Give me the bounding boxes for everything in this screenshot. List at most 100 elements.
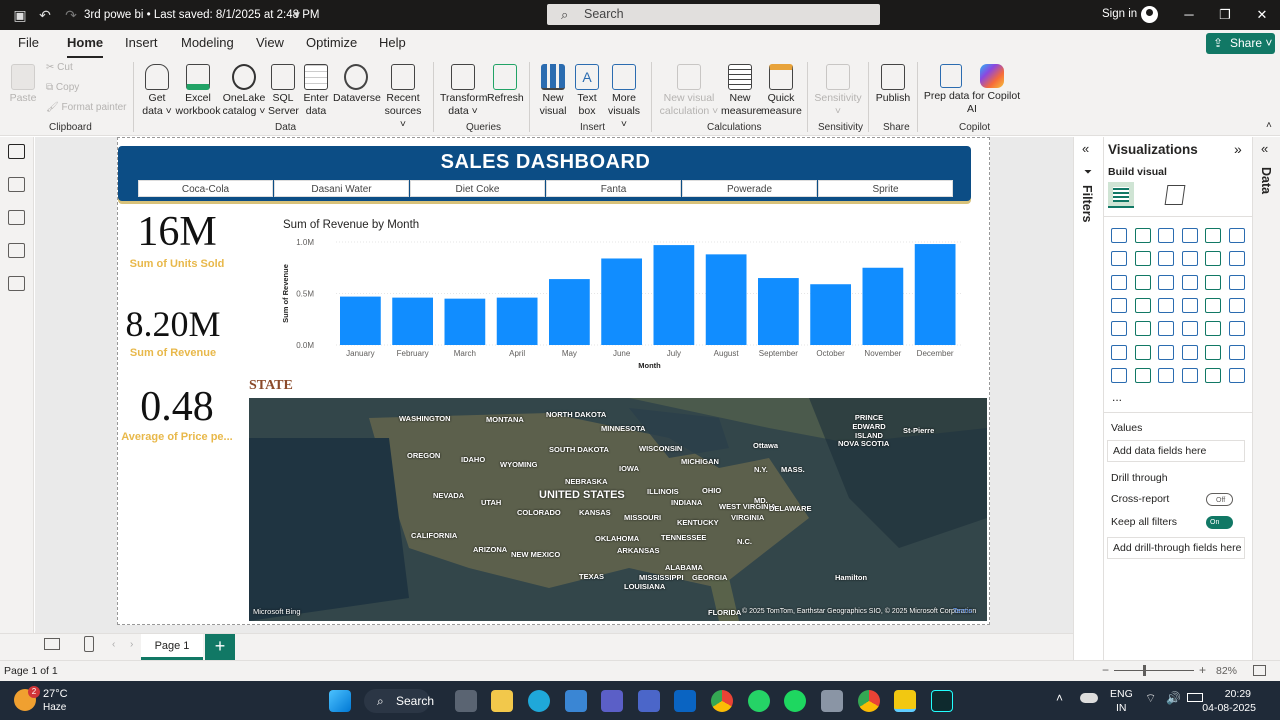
stacked-column-visual-icon[interactable] [1134, 228, 1151, 243]
narrative-visual-icon[interactable] [1205, 344, 1221, 360]
task-view-icon[interactable] [455, 690, 477, 712]
quick-measure-button[interactable]: Quick measure [761, 60, 802, 118]
power-apps-visual-icon[interactable] [1111, 367, 1127, 383]
power-automate-visual-icon[interactable] [1134, 367, 1151, 383]
document-title[interactable]: 3rd powe bi • Last saved: 8/1/2025 at 2:… [84, 9, 319, 21]
maximize-icon[interactable]: ❐ [1215, 7, 1235, 23]
language-code[interactable]: ENG [1110, 688, 1133, 700]
kpi-price-value[interactable]: 0.48 [118, 383, 236, 431]
collapse-ribbon-icon[interactable]: ˄ [1266, 120, 1272, 131]
expand-data-icon[interactable]: « [1261, 141, 1268, 156]
slicer-dasani-water[interactable]: Dasani Water [274, 180, 409, 197]
app-icon[interactable] [821, 690, 843, 712]
100-area-visual-icon[interactable] [1181, 251, 1198, 267]
prev-page-icon[interactable]: ‹ [112, 639, 115, 650]
whatsapp-icon[interactable] [748, 690, 770, 712]
paginated-visual-icon[interactable] [1228, 344, 1245, 360]
fit-to-page-icon[interactable] [1253, 665, 1266, 676]
page-tab-1[interactable]: Page 1 [141, 634, 203, 660]
taskbar-search[interactable]: ⌕ Search [364, 689, 434, 713]
clock-date[interactable]: 04-08-2025 [1196, 702, 1256, 714]
stacked-bar-visual-icon[interactable] [1111, 228, 1127, 243]
azure-map-visual-icon[interactable] [1181, 297, 1198, 313]
close-icon[interactable]: ✕ [1252, 7, 1272, 23]
multi-card-visual-icon[interactable] [1111, 321, 1127, 337]
next-page-icon[interactable]: › [130, 639, 133, 650]
slicer-visual-icon[interactable] [1158, 321, 1174, 337]
100-bar-visual-icon[interactable] [1205, 228, 1221, 243]
dataverse-button[interactable]: Dataverse [333, 60, 381, 105]
chrome-icon[interactable] [711, 690, 733, 712]
format-painter-button[interactable]: 🖌 Format painter [46, 102, 127, 113]
cross-report-toggle[interactable]: Off [1206, 493, 1233, 506]
outlook-icon[interactable] [674, 690, 696, 712]
100-column-visual-icon[interactable] [1228, 228, 1245, 243]
menu-insert[interactable]: Insert [125, 35, 158, 50]
file-explorer-icon[interactable] [491, 690, 513, 712]
slicer-fanta[interactable]: Fanta [546, 180, 681, 197]
sign-in-link[interactable]: Sign in [1102, 8, 1137, 20]
undo-icon[interactable]: ↶ [36, 6, 54, 24]
menu-optimize[interactable]: Optimize [306, 35, 357, 50]
kpi-revenue-value[interactable]: 8.20M [114, 303, 232, 345]
data-pane[interactable]: « Data [1252, 137, 1280, 660]
slicer-sprite[interactable]: Sprite [818, 180, 953, 197]
table-visual-icon[interactable] [1181, 321, 1198, 337]
sql-server-button[interactable]: SQL Server [268, 60, 299, 118]
add-page-button[interactable]: + [205, 634, 235, 660]
save-icon[interactable]: ▣ [11, 6, 29, 24]
onelake-catalog-button[interactable]: OneLake catalog ˅ [221, 60, 267, 118]
revenue-bar-chart[interactable]: 0.0M 0.5M 1.0M January February March April May… [278, 232, 970, 372]
state-map[interactable]: WASHINGTON MONTANA NORTH DAKOTA MINNESOTA OR… [249, 398, 987, 621]
new-visual-calculation-button[interactable]: New visual calculation ˅ [658, 60, 720, 118]
more-visuals-ellipsis[interactable]: ... [1112, 390, 1122, 404]
report-view-icon[interactable] [8, 144, 25, 159]
line-visual-icon[interactable] [1111, 251, 1127, 267]
edge-icon[interactable] [528, 690, 550, 712]
recent-sources-button[interactable]: Recent sources ˅ [381, 60, 425, 131]
kpi-visual-icon[interactable] [1134, 321, 1151, 337]
zoom-slider-thumb[interactable] [1143, 665, 1146, 676]
menu-home[interactable]: Home [67, 35, 104, 58]
dax-query-view-icon[interactable] [8, 243, 25, 258]
collapse-filters-icon[interactable]: « [1082, 141, 1089, 156]
filters-label[interactable]: Filters [1080, 185, 1094, 223]
menu-view[interactable]: View [256, 35, 284, 50]
python-visual-icon[interactable] [1111, 344, 1127, 360]
text-box-button[interactable]: A Text box [571, 60, 603, 118]
spotify-icon[interactable] [784, 690, 806, 712]
menu-file[interactable]: File [18, 35, 39, 50]
goals-visual-icon[interactable] [1158, 367, 1174, 383]
region-code[interactable]: IN [1116, 702, 1127, 714]
battery-icon[interactable] [1187, 693, 1203, 702]
card-visual-icon[interactable] [1228, 297, 1245, 313]
avatar[interactable] [1141, 6, 1158, 23]
format-visual-tab[interactable] [1164, 185, 1186, 205]
clock-time[interactable]: 20:29 [1211, 688, 1251, 700]
funnel-visual-icon[interactable] [1158, 274, 1174, 290]
terminal-icon[interactable] [931, 690, 953, 712]
redo-icon[interactable]: ↷ [62, 6, 80, 24]
new-measure-button[interactable]: New measure [721, 60, 762, 118]
power-apps2-visual-icon[interactable] [1205, 367, 1221, 383]
r-script-visual-icon[interactable] [1228, 321, 1245, 337]
qa-visual-icon[interactable] [1181, 344, 1198, 360]
slicer-coca-cola[interactable]: Coca-Cola [138, 180, 273, 197]
excel-workbook-button[interactable]: Excel workbook [175, 60, 221, 118]
custom-visual-icon[interactable] [1228, 367, 1245, 383]
model-view-icon[interactable] [8, 210, 25, 225]
search-input[interactable]: ⌕ Search [547, 4, 880, 25]
kpi-units-value[interactable]: 16M [118, 208, 236, 256]
build-visual-tab[interactable] [1108, 182, 1134, 208]
slicer-diet-coke[interactable]: Diet Coke [410, 180, 545, 197]
enter-data-button[interactable]: Enter data [301, 60, 331, 118]
area-visual-icon[interactable] [1134, 251, 1151, 267]
chevron-down-icon[interactable]: ▼ [288, 7, 306, 25]
new-visual-button[interactable]: New visual [537, 60, 569, 118]
values-drop-zone[interactable]: Add data fields here [1107, 440, 1245, 462]
expand-viz-icon[interactable]: » [1234, 141, 1242, 157]
waterfall-visual-icon[interactable] [1134, 274, 1151, 290]
decomp-tree-visual-icon[interactable] [1158, 344, 1174, 360]
paste-button[interactable]: Paste [8, 60, 38, 105]
refresh-button[interactable]: Refresh [487, 60, 524, 105]
